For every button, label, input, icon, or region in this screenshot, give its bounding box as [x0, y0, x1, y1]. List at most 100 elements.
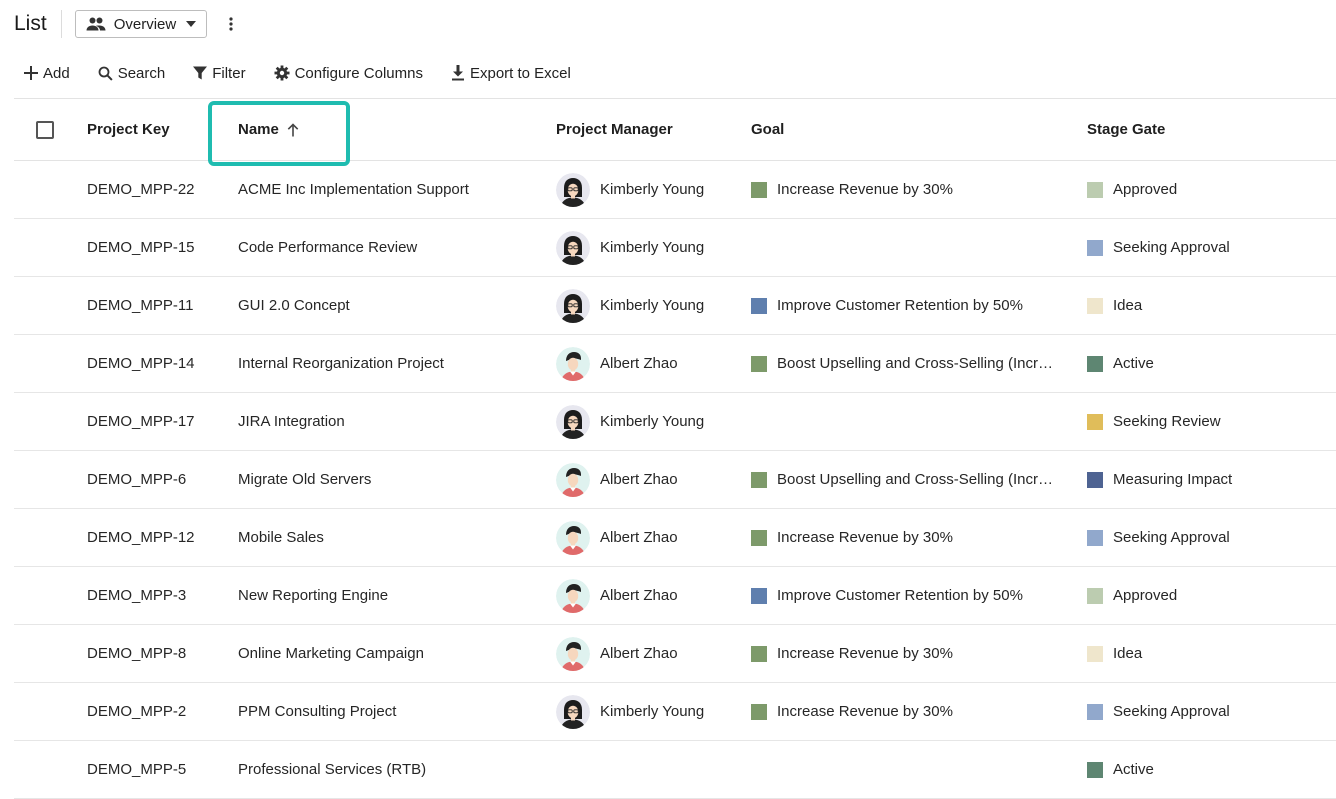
project-manager-name: Kimberly Young [600, 181, 705, 198]
table-row[interactable]: DEMO_MPP-17 JIRA Integration Kimberly You… [14, 393, 1336, 451]
stage-gate-cell: Seeking Approval [1087, 683, 1230, 740]
table-row[interactable]: DEMO_MPP-11 GUI 2.0 Concept Kimberly Youn… [14, 277, 1336, 335]
project-key-cell: DEMO_MPP-12 [87, 529, 195, 546]
stage-label: Seeking Approval [1113, 529, 1230, 546]
stage-color-swatch [1087, 529, 1103, 546]
project-name-cell[interactable]: Migrate Old Servers [238, 451, 371, 508]
goal-color-swatch [751, 703, 767, 720]
stage-color-swatch [1087, 703, 1103, 720]
page-title: List [14, 12, 47, 35]
column-header-goal[interactable]: Goal [751, 99, 1063, 160]
project-name-cell[interactable]: ACME Inc Implementation Support [238, 161, 469, 218]
project-manager-cell: Kimberly Young [556, 683, 704, 740]
avatar [556, 636, 590, 671]
goal-cell: Improve Customer Retention by 50% [751, 567, 1063, 624]
stage-color-swatch [1087, 471, 1103, 488]
export-excel-label: Export to Excel [469, 64, 571, 82]
add-button-label: Add [43, 64, 70, 82]
project-name-cell[interactable]: Mobile Sales [238, 509, 324, 566]
project-name-cell[interactable]: Internal Reorganization Project [238, 335, 444, 392]
stage-gate-cell: Approved [1087, 161, 1177, 218]
more-vert-icon[interactable] [221, 12, 241, 36]
table-row[interactable]: DEMO_MPP-8 Online Marketing Campaign Albe… [14, 625, 1336, 683]
project-name-cell[interactable]: GUI 2.0 Concept [238, 277, 350, 334]
table-row[interactable]: DEMO_MPP-14 Internal Reorganization Proje… [14, 335, 1336, 393]
project-key-cell: DEMO_MPP-11 [87, 297, 194, 314]
gear-icon [274, 65, 290, 81]
goal-cell [751, 219, 1063, 276]
goal-cell [751, 741, 1063, 798]
stage-label: Seeking Review [1113, 413, 1221, 430]
column-header-name[interactable]: Name [238, 99, 299, 160]
goal-label: Increase Revenue by 30% [777, 181, 953, 198]
goal-cell: Increase Revenue by 30% [751, 625, 1063, 682]
project-manager-cell: Kimberly Young [556, 161, 704, 218]
project-manager-name: Albert Zhao [600, 529, 678, 546]
table-row[interactable]: DEMO_MPP-3 New Reporting Engine Albert Zh… [14, 567, 1336, 625]
plus-icon [24, 66, 38, 80]
project-manager-cell: Kimberly Young [556, 219, 704, 276]
filter-button[interactable]: Filter [193, 65, 246, 82]
project-name-cell[interactable]: JIRA Integration [238, 393, 345, 450]
sort-ascending-icon[interactable] [287, 122, 299, 137]
project-name-cell[interactable]: PPM Consulting Project [238, 683, 396, 740]
table-row[interactable]: DEMO_MPP-22 ACME Inc Implementation Suppo… [14, 161, 1336, 219]
table-row[interactable]: DEMO_MPP-2 PPM Consulting Project Kimberl… [14, 683, 1336, 741]
stage-gate-cell: Active [1087, 741, 1154, 798]
table-row[interactable]: DEMO_MPP-15 Code Performance Review Kimbe… [14, 219, 1336, 277]
table-row[interactable]: DEMO_MPP-6 Migrate Old Servers Albert Zha… [14, 451, 1336, 509]
goal-label: Increase Revenue by 30% [777, 529, 953, 546]
column-header-stage-gate[interactable]: Stage Gate [1087, 99, 1165, 160]
project-key-cell: DEMO_MPP-17 [87, 413, 195, 430]
avatar [556, 288, 590, 323]
search-button-label: Search [117, 64, 166, 82]
stage-label: Idea [1113, 297, 1143, 314]
goal-cell: Improve Customer Retention by 50% [751, 277, 1063, 334]
project-manager-cell: Albert Zhao [556, 509, 678, 566]
goal-cell: Increase Revenue by 30% [751, 509, 1063, 566]
project-manager-cell: Kimberly Young [556, 393, 704, 450]
stage-color-swatch [1087, 645, 1103, 662]
view-selector[interactable]: Overview [74, 10, 208, 38]
stage-color-swatch [1087, 239, 1103, 256]
table-row[interactable]: DEMO_MPP-12 Mobile Sales Albert Zhao Incre… [14, 509, 1336, 567]
project-manager-cell: Albert Zhao [556, 451, 678, 508]
goal-color-swatch [751, 587, 767, 604]
column-header-project-manager[interactable]: Project Manager [556, 99, 673, 160]
select-all-checkbox[interactable] [36, 120, 54, 139]
export-excel-button[interactable]: Export to Excel [451, 65, 571, 82]
stage-label: Measuring Impact [1113, 471, 1233, 488]
search-icon [98, 66, 113, 81]
stage-gate-cell: Idea [1087, 277, 1142, 334]
goal-color-swatch [751, 529, 767, 546]
project-name-cell[interactable]: Online Marketing Campaign [238, 625, 424, 682]
avatar [556, 230, 590, 265]
stage-label: Approved [1113, 587, 1178, 604]
project-manager-cell: Albert Zhao [556, 335, 678, 392]
avatar [556, 172, 590, 207]
search-button[interactable]: Search [98, 64, 166, 82]
project-key-cell: DEMO_MPP-3 [87, 587, 187, 604]
table-row[interactable]: DEMO_MPP-5 Professional Services (RTB) Act… [14, 741, 1336, 799]
project-name-cell[interactable]: Code Performance Review [238, 219, 417, 276]
configure-columns-button[interactable]: Configure Columns [274, 65, 423, 82]
project-manager-name: Albert Zhao [600, 471, 678, 488]
avatar [556, 694, 590, 729]
caret-down-icon [186, 21, 197, 27]
add-button[interactable]: Add [24, 65, 70, 82]
goal-color-swatch [751, 181, 767, 198]
project-name-cell[interactable]: New Reporting Engine [238, 567, 388, 624]
project-name-cell[interactable]: Professional Services (RTB) [238, 741, 426, 798]
avatar [556, 520, 590, 555]
project-manager-name: Kimberly Young [600, 239, 705, 256]
project-manager-name: Kimberly Young [600, 413, 705, 430]
project-manager-name: Albert Zhao [600, 587, 678, 604]
project-manager-name: Kimberly Young [600, 703, 705, 720]
goal-label: Improve Customer Retention by 50% [777, 297, 1023, 314]
avatar [556, 462, 590, 497]
goal-color-swatch [751, 645, 767, 662]
stage-label: Idea [1113, 645, 1143, 662]
column-header-project-key[interactable]: Project Key [87, 99, 170, 160]
download-icon [451, 65, 465, 81]
project-manager-name: Kimberly Young [600, 297, 705, 314]
